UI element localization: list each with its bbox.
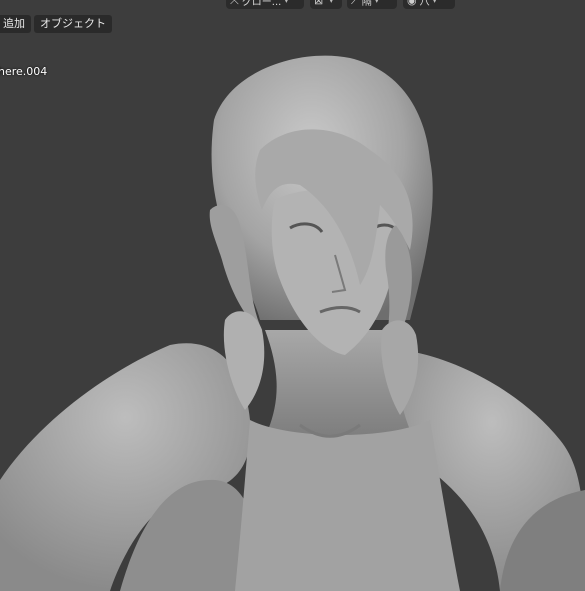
view-icon: ⊠	[314, 0, 324, 7]
object-menu-button[interactable]: オブジェクト	[34, 15, 112, 33]
proportional-edit-label: 八	[419, 0, 430, 8]
view-dropdown[interactable]: ⊠ ▾	[310, 0, 342, 9]
proportional-edit-dropdown[interactable]: ◉ 八 ▾	[403, 0, 455, 9]
add-menu-button[interactable]: 追加	[0, 15, 31, 33]
active-object-name: here.004	[0, 65, 48, 78]
3d-viewport[interactable]: ⤧ グロー... ▾ ⊠ ▾ ⟋ 隔 ▾ ◉ 八 ▾ 追加 オブジェクト her…	[0, 0, 585, 591]
viewport-header: ⤧ グロー... ▾ ⊠ ▾ ⟋ 隔 ▾ ◉ 八 ▾	[0, 0, 585, 11]
transform-orientation-label: グロー...	[241, 0, 282, 8]
chevron-down-icon: ▾	[432, 0, 437, 5]
chevron-down-icon: ▾	[284, 0, 289, 5]
chevron-down-icon: ▾	[329, 0, 334, 5]
snap-dropdown[interactable]: ⟋ 隔 ▾	[347, 0, 397, 9]
snap-icon: ⟋	[351, 0, 359, 7]
snap-label: 隔	[361, 0, 372, 8]
viewport-menu: 追加 オブジェクト	[0, 15, 112, 33]
transform-icon: ⤧	[230, 0, 239, 7]
chevron-down-icon: ▾	[374, 0, 379, 5]
proportional-edit-icon: ◉	[407, 0, 417, 7]
transform-orientation-dropdown[interactable]: ⤧ グロー... ▾	[226, 0, 304, 9]
sculpt-model[interactable]	[0, 0, 585, 591]
